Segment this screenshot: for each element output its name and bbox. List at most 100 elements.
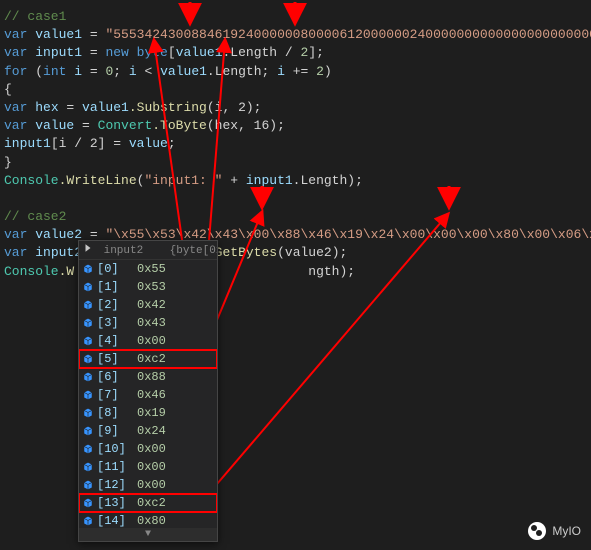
tooltip-var: input2 — [104, 245, 144, 257]
tooltip-row[interactable]: [0]0x55 — [79, 260, 217, 278]
kw: for — [4, 64, 35, 79]
type: Console — [4, 264, 59, 279]
var: value — [35, 118, 74, 133]
tooltip-row[interactable]: [3]0x43 — [79, 314, 217, 332]
field-icon — [83, 498, 93, 508]
var: i — [277, 64, 285, 79]
punc: ); — [347, 173, 363, 188]
op: += — [285, 64, 316, 79]
field-icon — [83, 516, 93, 526]
tooltip-type: {byte[0x00000021]} — [170, 245, 217, 257]
tooltip-row[interactable]: [4]0x00 — [79, 332, 217, 350]
tooltip-row[interactable]: [12]0x00 — [79, 476, 217, 494]
tooltip-value: 0x19 — [137, 406, 166, 420]
op: = — [74, 118, 97, 133]
field-icon — [83, 336, 93, 346]
prop: .Length — [223, 45, 278, 60]
var: input1 — [35, 45, 82, 60]
var: input1 — [246, 173, 293, 188]
field-icon — [83, 390, 93, 400]
punc: ; — [262, 64, 278, 79]
field-icon — [83, 444, 93, 454]
type: byte — [137, 45, 168, 60]
method: GetBytes — [215, 245, 277, 260]
tooltip-index: [0] — [97, 262, 137, 276]
watermark: MyIO — [528, 522, 581, 540]
tooltip-index: [7] — [97, 388, 137, 402]
var: value1 — [82, 100, 129, 115]
field-icon — [83, 354, 93, 364]
args: (hex, 16); — [207, 118, 285, 133]
tooltip-value: 0x80 — [137, 514, 166, 528]
tooltip-value: 0x88 — [137, 370, 166, 384]
field-icon — [83, 372, 93, 382]
tooltip-row[interactable]: [10]0x00 — [79, 440, 217, 458]
watermark-label: MyIO — [552, 524, 581, 538]
tooltip-row[interactable]: [6]0x88 — [79, 368, 217, 386]
kw: new — [105, 45, 136, 60]
debug-tooltip[interactable]: input2 {byte[0x00000021]} [0]0x55[1]0x53… — [78, 240, 218, 542]
tooltip-more-icon[interactable]: ▼ — [79, 528, 217, 541]
punc: ]; — [308, 45, 324, 60]
tooltip-row[interactable]: [1]0x53 — [79, 278, 217, 296]
tooltip-value: 0x53 — [137, 280, 166, 294]
string: "input1: " — [144, 173, 222, 188]
tooltip-header: input2 {byte[0x00000021]} — [79, 241, 217, 260]
tooltip-value: 0x00 — [137, 460, 166, 474]
kw: var — [4, 118, 35, 133]
prop: .Length — [207, 64, 262, 79]
var: value — [129, 136, 168, 151]
method: .W — [59, 264, 75, 279]
comment: // case1 — [4, 9, 66, 24]
kw: var — [4, 245, 35, 260]
tooltip-index: [4] — [97, 334, 137, 348]
tooltip-index: [12] — [97, 478, 137, 492]
var: value2 — [35, 227, 82, 242]
field-icon — [83, 282, 93, 292]
tooltip-row[interactable]: [14]0x80 — [79, 512, 217, 528]
tooltip-row[interactable]: [13]0xc2 — [79, 494, 217, 512]
op: < — [137, 64, 160, 79]
args: (value2); — [277, 245, 347, 260]
method: .ToByte — [152, 118, 207, 133]
tooltip-index: [3] — [97, 316, 137, 330]
tooltip-value: 0x42 — [137, 298, 166, 312]
var: value1 — [160, 64, 207, 79]
tooltip-row[interactable]: [5]0xc2 — [79, 350, 217, 368]
op: / — [277, 45, 300, 60]
tooltip-row[interactable]: [2]0x42 — [79, 296, 217, 314]
tooltip-index: [2] — [97, 298, 137, 312]
tooltip-index: [5] — [97, 352, 137, 366]
var: input1 — [4, 136, 51, 151]
method: .WriteLine — [59, 173, 137, 188]
tooltip-index: [13] — [97, 496, 137, 510]
brace: { — [4, 82, 12, 97]
prop: .Length — [293, 173, 348, 188]
tooltip-index: [14] — [97, 514, 137, 528]
tooltip-index: [11] — [97, 460, 137, 474]
tooltip-value: 0x46 — [137, 388, 166, 402]
tooltip-row[interactable]: [7]0x46 — [79, 386, 217, 404]
kw: var — [4, 227, 35, 242]
tooltip-row[interactable]: [9]0x24 — [79, 422, 217, 440]
type: Console — [4, 173, 59, 188]
op: + — [222, 173, 245, 188]
tooltip-body[interactable]: [0]0x55[1]0x53[2]0x42[3]0x43[4]0x00[5]0x… — [79, 260, 217, 528]
var: i — [129, 64, 137, 79]
tooltip-value: 0x00 — [137, 334, 166, 348]
tooltip-row[interactable]: [11]0x00 — [79, 458, 217, 476]
tooltip-row[interactable]: [8]0x19 — [79, 404, 217, 422]
var: value1 — [176, 45, 223, 60]
tooltip-value: 0x43 — [137, 316, 166, 330]
tooltip-index: [6] — [97, 370, 137, 384]
punc: ) — [324, 64, 332, 79]
string: "555342430088461924000000800006120000002… — [105, 27, 591, 42]
type: Convert — [98, 118, 153, 133]
punc: ( — [35, 64, 43, 79]
var: value1 — [35, 27, 82, 42]
tooltip-value: 0xc2 — [137, 352, 166, 366]
brace: } — [4, 155, 12, 170]
var: hex — [35, 100, 58, 115]
field-icon — [83, 318, 93, 328]
field-icon — [83, 408, 93, 418]
